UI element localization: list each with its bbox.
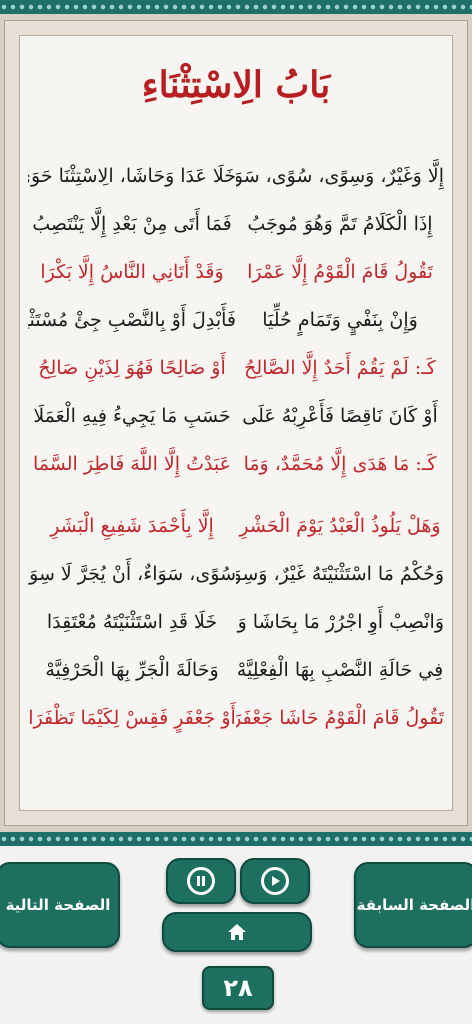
verse-line: وَحُكْمُ مَا اسْتَثْنَيْتَهُ غَيْرٌ، وَس… bbox=[28, 552, 444, 596]
next-page-button[interactable]: الصفحة التالية bbox=[0, 862, 120, 948]
verse-right-hemistich: كَـ: مَا هَدَى إِلَّا مُحَمَّدٌ، وَمَا bbox=[243, 453, 437, 475]
verse-left-hemistich: سُوًى، سَوَاءٌ، أَنْ يُجَرَّ لَا سِوَى bbox=[28, 563, 236, 585]
play-icon bbox=[261, 867, 289, 895]
verse-right-hemistich: وَانْصِبْ أَوِ اجْرُرْ مَا بِحَاشَا وَعَ… bbox=[236, 611, 444, 633]
verse-left-hemistich: خَلَا عَدَا وَحَاشَا، الِاسْتِثْنَا حَوَ… bbox=[28, 165, 236, 187]
verse-right-hemistich: وَهَلْ يَلُوذُ الْعَبْدُ يَوْمَ الْحَشْر… bbox=[239, 515, 441, 537]
page-number: ٢٨ bbox=[202, 966, 274, 1010]
previous-page-button[interactable]: الصفحة السابقة bbox=[354, 862, 472, 948]
page-content: بَابُ الِاسْتِثْنَاءِ إِلَّا وَغَيْرٌ، و… bbox=[19, 35, 453, 811]
verse-right-hemistich: تَقُولُ قَامَ الْقَوْمُ إِلَّا عَمْرَا bbox=[247, 261, 433, 283]
pause-icon bbox=[187, 867, 215, 895]
verse-right-hemistich: إِذَا الْكَلَامُ تَمَّ وَهُوَ مُوجَبُ bbox=[247, 213, 433, 235]
verse-line: تَقُولُ قَامَ الْقَوْمُ إِلَّا عَمْرَا و… bbox=[28, 250, 444, 294]
verse-left-hemistich: أَوْ جَعْفَرٍ فَقِسْ لِكَيْمَا تَظْفَرَا bbox=[28, 707, 236, 729]
next-page-label: الصفحة التالية bbox=[5, 896, 111, 914]
verse-left-hemistich: فَمَا أَتَى مِنْ بَعْدِ إِلَّا يَنْتَصِب… bbox=[32, 213, 232, 235]
verse-right-hemistich: إِلَّا وَغَيْرٌ، وَسِوًى، سُوًى، سَوَا bbox=[236, 165, 444, 187]
verse-right-hemistich: وَحُكْمُ مَا اسْتَثْنَيْتَهُ غَيْرٌ، وَس… bbox=[236, 563, 444, 585]
verse-line: فِي حَالَةِ النَّصْبِ بِهَا الْفِعْلِيَّ… bbox=[28, 648, 444, 692]
verse-line: تَقُولُ قَامَ الْقَوْمُ حَاشَا جَعْفَرَا… bbox=[28, 696, 444, 740]
home-button[interactable] bbox=[162, 912, 312, 952]
verse-left-hemistich: عَبَدْتُ إِلَّا اللَّهَ فَاطِرَ السَّمَا bbox=[32, 453, 231, 475]
previous-page-label: الصفحة السابقة bbox=[356, 896, 472, 914]
verse-left-hemistich: حَسَبِ مَا يَجِيءُ فِيهِ الْعَمَلَا bbox=[33, 405, 231, 427]
verse-line: وَإِنْ بِنَفْيٍ وَتَمَامٍ حُلِّيَا فَأَب… bbox=[28, 298, 444, 342]
verse-line: أَوْ كَانَ نَاقِصًا فَأَعْرِبْهُ عَلَى ح… bbox=[28, 394, 444, 438]
verse-line: إِلَّا وَغَيْرٌ، وَسِوًى، سُوًى، سَوَا خ… bbox=[28, 154, 444, 198]
verse-right-hemistich: تَقُولُ قَامَ الْقَوْمُ حَاشَا جَعْفَرَا bbox=[236, 707, 444, 729]
verse-left-hemistich: وَقَدْ أَتَانِي النَّاسُ إِلَّا بَكْرَا bbox=[40, 261, 224, 283]
verse-right-hemistich: فِي حَالَةِ النَّصْبِ بِهَا الْفِعْلِيَّ… bbox=[236, 659, 444, 681]
verse-right-hemistich: كَـ: لَمْ يَقُمْ أَحَدٌ إِلَّا الصَّالِح… bbox=[244, 357, 436, 379]
book-page: بَابُ الِاسْتِثْنَاءِ إِلَّا وَغَيْرٌ، و… bbox=[0, 14, 472, 832]
verse-left-hemistich: أَوْ صَالِحًا فَهُوَ لِذَيْنِ صَالِحُ bbox=[38, 357, 226, 379]
verse-left-hemistich: إِلَّا بِأَحْمَدَ شَفِيعِ الْبَشَرِ bbox=[50, 515, 214, 537]
decorative-top-border bbox=[0, 0, 472, 14]
verse-line: وَانْصِبْ أَوِ اجْرُرْ مَا بِحَاشَا وَعَ… bbox=[28, 600, 444, 644]
decorative-bottom-border bbox=[0, 832, 472, 846]
verse-line: كَـ: لَمْ يَقُمْ أَحَدٌ إِلَّا الصَّالِح… bbox=[28, 346, 444, 390]
verse-line: كَـ: مَا هَدَى إِلَّا مُحَمَّدٌ، وَمَا ع… bbox=[28, 442, 444, 486]
verse-right-hemistich: أَوْ كَانَ نَاقِصًا فَأَعْرِبْهُ عَلَى bbox=[242, 405, 438, 427]
verse-left-hemistich: فَأَبْدِلَ أَوْ بِالنَّصْبِ جِئْ مُسْتَث… bbox=[28, 309, 236, 331]
chapter-title: بَابُ الِاسْتِثْنَاءِ bbox=[141, 64, 331, 106]
verse-line: إِذَا الْكَلَامُ تَمَّ وَهُوَ مُوجَبُ فَ… bbox=[28, 202, 444, 246]
verse-line: وَهَلْ يَلُوذُ الْعَبْدُ يَوْمَ الْحَشْر… bbox=[28, 504, 444, 548]
pause-button[interactable] bbox=[166, 858, 236, 904]
play-button[interactable] bbox=[240, 858, 310, 904]
page-frame-outer: بَابُ الِاسْتِثْنَاءِ إِلَّا وَغَيْرٌ، و… bbox=[4, 20, 468, 826]
verse-left-hemistich: وَحَالَةَ الْجَرِّ بِهَا الْحَرْفِيَّهْ bbox=[45, 659, 219, 681]
verse-left-hemistich: خَلَا قَدِ اسْتَثْنَيْتَهُ مُعْتَقِدَا bbox=[46, 611, 218, 633]
home-icon bbox=[228, 924, 246, 940]
verse-right-hemistich: وَإِنْ بِنَفْيٍ وَتَمَامٍ حُلِّيَا bbox=[262, 309, 418, 331]
